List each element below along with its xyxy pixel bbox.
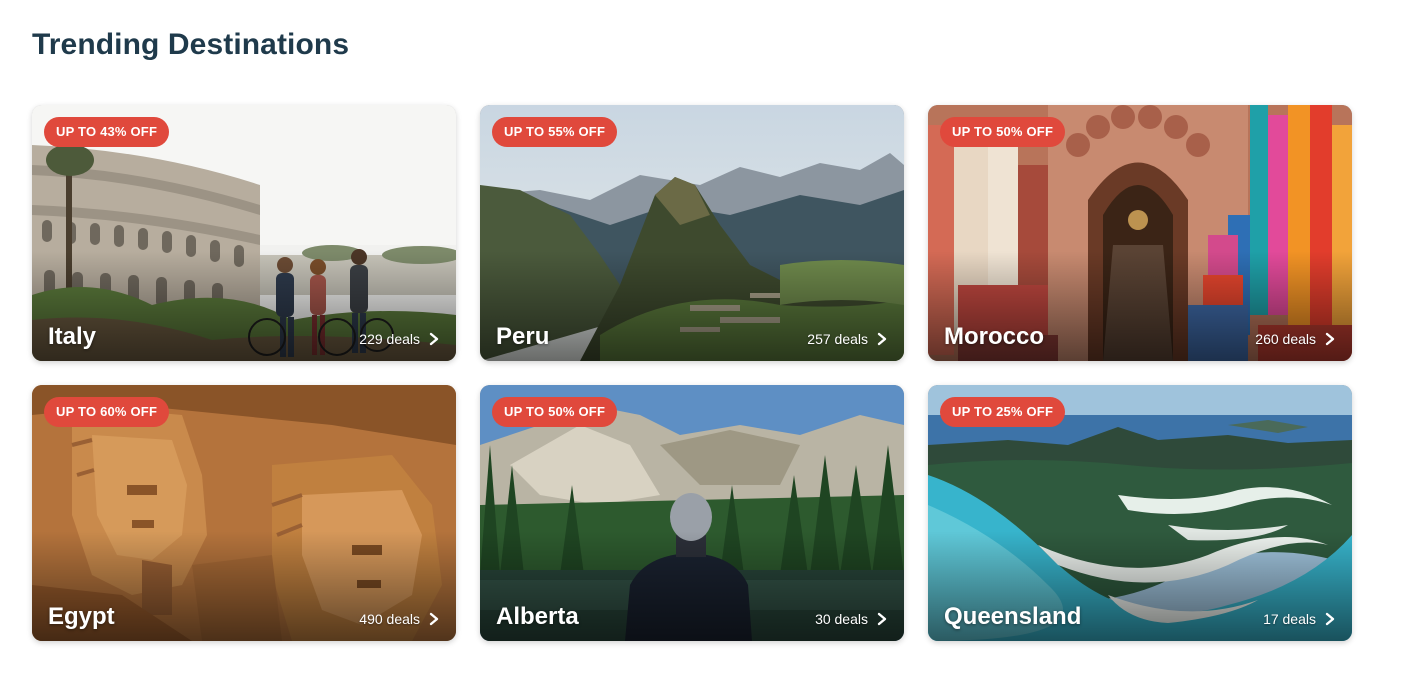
destination-name: Alberta	[496, 603, 579, 630]
chevron-right-icon	[429, 332, 439, 346]
discount-badge: UP TO 50% OFF	[492, 397, 618, 427]
deals-count: 490 deals	[359, 611, 420, 627]
destination-card-alberta[interactable]: UP TO 50% OFF Alberta 30 deals	[480, 385, 904, 641]
chevron-right-icon	[1325, 612, 1335, 626]
chevron-right-icon	[429, 612, 439, 626]
deals-link[interactable]: 260 deals	[1255, 331, 1336, 347]
discount-badge: UP TO 60% OFF	[44, 397, 170, 427]
destinations-grid: UP TO 43% OFF Italy 229 deals UP TO 55% …	[32, 105, 1352, 641]
deals-link[interactable]: 229 deals	[359, 331, 440, 347]
destination-card-queensland[interactable]: UP TO 25% OFF Queensland 17 deals	[928, 385, 1352, 641]
deals-count: 17 deals	[1263, 611, 1316, 627]
deals-link[interactable]: 17 deals	[1263, 611, 1336, 627]
deals-count: 30 deals	[815, 611, 868, 627]
destination-name: Morocco	[944, 323, 1045, 350]
destination-name: Peru	[496, 323, 550, 350]
discount-badge: UP TO 25% OFF	[940, 397, 1066, 427]
destination-card-egypt[interactable]: UP TO 60% OFF Egypt 490 deals	[32, 385, 456, 641]
deals-count: 257 deals	[807, 331, 868, 347]
deals-count: 260 deals	[1255, 331, 1316, 347]
destination-name: Italy	[48, 323, 97, 350]
destination-name: Queensland	[944, 603, 1082, 630]
destination-card-peru[interactable]: UP TO 55% OFF Peru 257 deals	[480, 105, 904, 361]
deals-link[interactable]: 490 deals	[359, 611, 440, 627]
deals-link[interactable]: 257 deals	[807, 331, 888, 347]
chevron-right-icon	[1325, 332, 1335, 346]
destination-card-italy[interactable]: UP TO 43% OFF Italy 229 deals	[32, 105, 456, 361]
chevron-right-icon	[877, 332, 887, 346]
chevron-right-icon	[877, 612, 887, 626]
discount-badge: UP TO 50% OFF	[940, 117, 1066, 147]
destination-name: Egypt	[48, 603, 115, 630]
discount-badge: UP TO 43% OFF	[44, 117, 170, 147]
destination-card-morocco[interactable]: UP TO 50% OFF Morocco 260 deals	[928, 105, 1352, 361]
deals-count: 229 deals	[359, 331, 420, 347]
section-title: Trending Destinations	[32, 28, 350, 61]
deals-link[interactable]: 30 deals	[815, 611, 888, 627]
discount-badge: UP TO 55% OFF	[492, 117, 618, 147]
